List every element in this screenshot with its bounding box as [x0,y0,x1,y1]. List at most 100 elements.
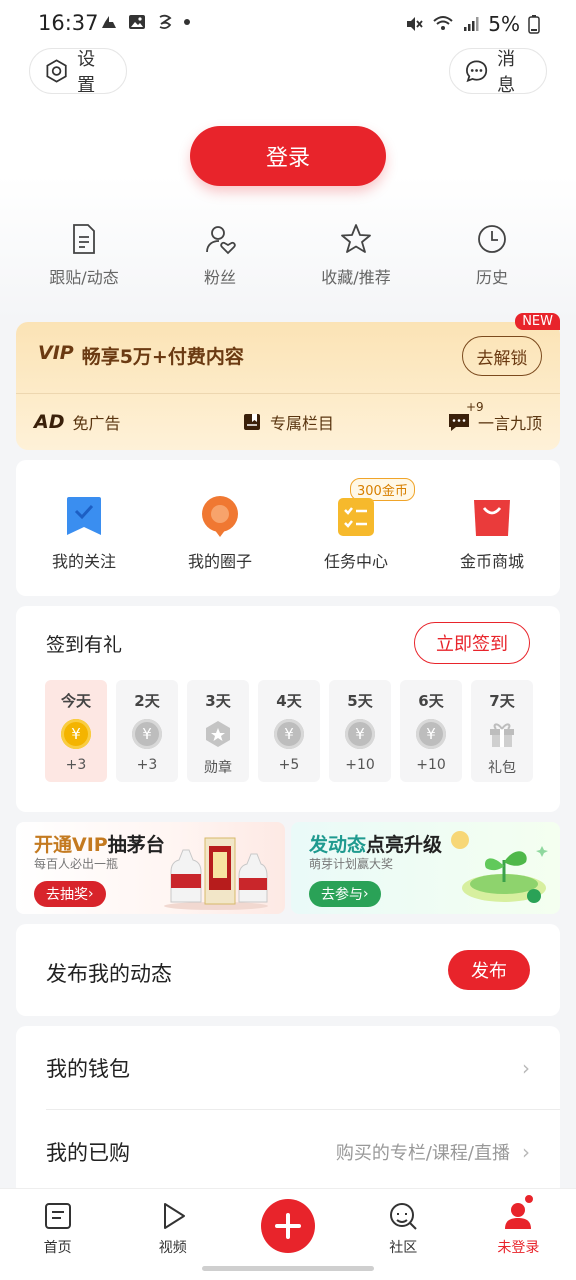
tab-label: 视频 [158,1240,187,1256]
vip-unlock-button[interactable]: 去解锁 [462,336,542,376]
day-label: 5天 [347,692,373,710]
bookmark-icon [67,497,101,535]
day-reward: +3 [136,757,158,773]
tab-profile[interactable]: 未登录 [461,1189,576,1280]
day-label: 6天 [418,692,444,710]
sign-in-button[interactable]: 立即签到 [414,622,530,664]
day-reward: +5 [278,757,300,773]
create-post-button[interactable] [261,1199,315,1253]
sign-day: 6天 ¥ +10 [400,680,462,782]
sign-day: 4天 ¥ +5 [258,680,320,782]
notification-icons [100,13,190,31]
banner-title: 发动态点亮升级 [309,830,442,857]
quick-link-history[interactable]: 历史 [424,222,560,292]
banner-title: 开通VIP抽茅台 [34,830,165,857]
quick-link-label: 收藏/推荐 [321,268,391,287]
column-book-icon [243,414,260,430]
notification-ship-icon [102,16,116,28]
feature-my-follows[interactable]: 我的关注 [16,494,152,596]
sign-in-card: 签到有礼 立即签到 今天 ¥ +3 2天 ¥ +3 3天 勋章 4天 ¥ +5 … [16,606,560,812]
day-label: 3天 [205,692,231,710]
yen-coin-gray-icon: ¥ [274,719,304,749]
signal-icon [464,17,479,31]
participate-button-label: 去参与 [321,887,363,903]
day-reward: +10 [416,757,446,773]
publish-title: 发布我的动态 [46,962,172,986]
messages-label: 消息 [497,49,516,96]
settings-button[interactable]: 设置 [29,48,127,96]
clock-icon [478,225,506,253]
status-bar: 16:37 5% [0,0,576,48]
day-label: 7天 [489,692,515,710]
publish-button[interactable]: 发布 [448,950,530,990]
sign-day: 7天 礼包 [471,680,533,782]
perk-label: 一言九顶 [477,414,542,433]
banner-title-highlight: 发动态 [309,834,367,856]
message-icon [466,60,488,83]
gift-icon [490,723,514,747]
star-icon [341,224,371,253]
sign-in-title: 签到有礼 [46,634,123,656]
chevron-right-icon: › [88,886,94,902]
home-icon [44,1203,71,1229]
play-icon [163,1203,185,1229]
tab-label: 社区 [389,1240,418,1256]
yen-coin-gray-icon: ¥ [132,719,162,749]
list-item-label: 我的已购 [46,1141,130,1165]
settings-label: 设置 [77,49,96,96]
quick-link-fans[interactable]: 粉丝 [152,222,288,292]
list-item-purchased[interactable]: 我的已购 购买的专栏/课程/直播 › [46,1110,530,1194]
task-list-icon [338,498,374,536]
tab-home[interactable]: 首页 [0,1189,115,1280]
quick-link-label: 跟贴/动态 [49,268,119,287]
comment-box-icon [448,414,469,431]
chevron-right-icon: › [363,886,369,902]
gallery-icon [129,15,145,29]
quick-link-favorites[interactable]: 收藏/推荐 [288,222,424,292]
banner-subtitle: 萌芽计划赢大奖 [309,857,394,871]
publish-card: 发布我的动态 发布 [16,924,560,1016]
login-button[interactable]: 登录 [190,126,386,186]
wifi-icon [433,16,453,30]
vip-card[interactable]: NEW VIP 畅享5万+付费内容 去解锁 AD 免广告 专属栏目 +9 一言九… [16,313,560,450]
battery-icon [528,15,540,34]
user-heart-icon [206,226,236,255]
vip-divider [16,393,560,394]
feature-my-circles[interactable]: 我的圈子 [152,494,288,596]
new-badge: NEW [515,313,560,330]
messages-button[interactable]: 消息 [449,48,547,96]
feature-card: 我的关注 我的圈子 300金币 任务中心 金币商城 [16,460,560,596]
banner-title-highlight: 开通VIP [34,834,108,856]
participate-button[interactable]: 去参与 › [309,881,381,907]
app-notification-icon [159,14,172,30]
list-item-label: 我的钱包 [46,1057,130,1081]
feature-task-center[interactable]: 300金币 任务中心 [288,478,424,596]
list-item-wallet[interactable]: 我的钱包 › [46,1026,530,1110]
feature-label: 任务中心 [323,552,388,571]
battery-percent: 5% [488,12,520,36]
feature-coin-mall[interactable]: 金币商城 [424,494,560,596]
perk-sup: +9 [465,400,484,414]
day-reward: 勋章 [204,760,232,776]
day-label: 2天 [134,692,160,710]
mute-icon [407,17,423,31]
chat-circle-icon [202,496,238,537]
plus-icon [275,1213,301,1239]
sign-day: 2天 ¥ +3 [116,680,178,782]
feature-label: 我的关注 [51,552,116,571]
chevron-right-icon: › [522,1056,530,1080]
sign-day: 5天 ¥ +10 [329,680,391,782]
lottery-button[interactable]: 去抽奖 › [34,881,106,907]
post-upgrade-banner[interactable]: 发动态点亮升级 萌芽计划赢大奖 去参与 › [291,822,560,914]
quick-link-follow-posts[interactable]: 跟贴/动态 [16,222,152,292]
banner-subtitle: 每百人必出一瓶 [34,857,119,871]
vip-lottery-banner[interactable]: 开通VIP抽茅台 每百人必出一瓶 去抽奖 › [16,822,285,914]
vip-mark: VIP [38,342,74,364]
list-item-value: 购买的专栏/课程/直播 [335,1143,510,1164]
vip-title: VIP 畅享5万+付费内容 [38,342,244,369]
home-indicator [202,1266,374,1271]
day-label: 4天 [276,692,302,710]
perk-label: 专属栏目 [269,414,334,433]
notification-dot [522,1193,535,1205]
perk-no-ads: AD 免广告 [16,410,203,434]
